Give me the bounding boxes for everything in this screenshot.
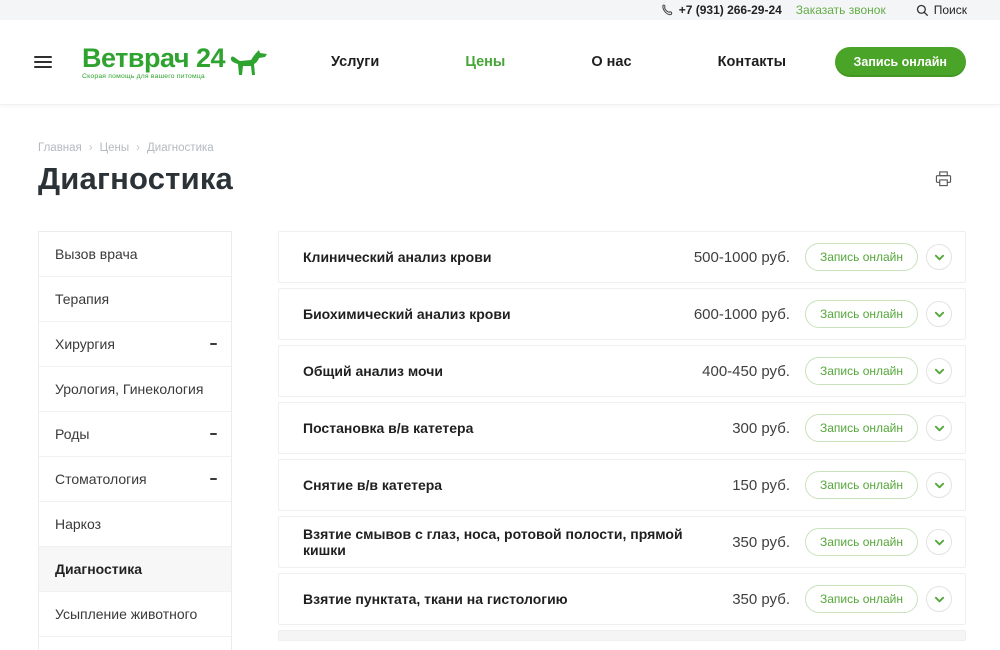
sidebar-item-kremaciya[interactable]: Кремация животного (после нашей эвтанази…: [39, 637, 231, 650]
sidebar-item-urologiya[interactable]: Урология, Гинекология: [39, 367, 231, 412]
price-row: Взятие смывов с глаз, носа, ротовой поло…: [278, 516, 966, 568]
sidebar-item-narkoz[interactable]: Наркоз: [39, 502, 231, 547]
category-sidebar: Вызов врача Терапия Хирургия Урология, Г…: [38, 231, 232, 650]
service-name: Общий анализ мочи: [303, 363, 702, 379]
expand-row-button[interactable]: [926, 472, 952, 498]
sidebar-item-diagnostika[interactable]: Диагностика: [39, 547, 231, 592]
service-name: Взятие пунктата, ткани на гистологию: [303, 591, 732, 607]
sidebar-item-label: Урология, Гинекология: [55, 380, 203, 398]
sidebar-item-label: Наркоз: [55, 515, 101, 533]
page-title: Диагностика: [38, 161, 233, 197]
breadcrumb-separator: ›: [89, 142, 93, 154]
chevron-down-icon: [934, 309, 945, 320]
sidebar-item-label: Стоматология: [55, 470, 147, 488]
expand-row-button[interactable]: [926, 358, 952, 384]
chevron-down-icon: [934, 480, 945, 491]
phone-icon: [661, 4, 673, 16]
sidebar-item-label: Терапия: [55, 290, 109, 308]
book-online-button[interactable]: Запись онлайн: [805, 243, 918, 271]
breadcrumb-separator: ›: [136, 142, 140, 154]
sidebar-item-khirurgiya[interactable]: Хирургия: [39, 322, 231, 367]
expand-row-button[interactable]: [926, 244, 952, 270]
service-name: Биохимический анализ крови: [303, 306, 694, 322]
collapse-indicator-icon: [210, 343, 217, 345]
price-row: Взятие пунктата, ткани на гистологию 350…: [278, 573, 966, 625]
dog-icon: [229, 48, 269, 80]
service-price: 400-450 руб.: [702, 363, 790, 380]
logo[interactable]: Ветврач 24 Скорая помощь для вашего пито…: [82, 44, 269, 80]
sidebar-item-vyzov-vracha[interactable]: Вызов врача: [39, 232, 231, 277]
book-online-button[interactable]: Запись онлайн: [805, 414, 918, 442]
logo-title: Ветврач 24: [82, 45, 225, 71]
sidebar-item-label: Хирургия: [55, 335, 115, 353]
breadcrumb-home[interactable]: Главная: [38, 142, 82, 154]
main-nav: Услуги Цены О нас Контакты: [331, 54, 786, 70]
expand-row-button[interactable]: [926, 586, 952, 612]
service-price: 350 руб.: [732, 534, 790, 551]
print-button[interactable]: [935, 171, 952, 187]
sidebar-item-label: Усыпление животного: [55, 605, 197, 623]
collapse-indicator-icon: [210, 433, 217, 435]
service-name: Клинический анализ крови: [303, 249, 694, 265]
chevron-down-icon: [934, 366, 945, 377]
expand-row-button[interactable]: [926, 415, 952, 441]
breadcrumb-current: Диагностика: [147, 142, 214, 154]
breadcrumb: Главная › Цены › Диагностика: [38, 142, 1000, 154]
service-price: 350 руб.: [732, 591, 790, 608]
search-icon: [916, 4, 929, 17]
book-online-button[interactable]: Запись онлайн: [805, 585, 918, 613]
collapse-indicator-icon: [210, 478, 217, 480]
book-online-header-button[interactable]: Запись онлайн: [835, 47, 966, 77]
price-row: Биохимический анализ крови 600-1000 руб.…: [278, 288, 966, 340]
service-name: Постановка в/в катетера: [303, 420, 732, 436]
price-row: Клинический анализ крови 500-1000 руб. З…: [278, 231, 966, 283]
sidebar-item-label: Роды: [55, 425, 89, 443]
nav-about[interactable]: О нас: [591, 54, 631, 70]
chevron-down-icon: [934, 423, 945, 434]
sidebar-item-usyplenie[interactable]: Усыпление животного: [39, 592, 231, 637]
sidebar-item-label: Диагностика: [55, 560, 142, 578]
service-name: Снятие в/в катетера: [303, 477, 732, 493]
phone-link[interactable]: +7 (931) 266-29-24: [661, 3, 782, 17]
site-header: Ветврач 24 Скорая помощь для вашего пито…: [0, 20, 1000, 105]
print-icon: [935, 171, 952, 187]
callback-link[interactable]: Заказать звонок: [796, 3, 886, 17]
price-list: Клинический анализ крови 500-1000 руб. З…: [278, 231, 966, 641]
chevron-down-icon: [934, 252, 945, 263]
logo-tagline: Скорая помощь для вашего питомца: [82, 73, 225, 80]
chevron-down-icon: [934, 594, 945, 605]
phone-number: +7 (931) 266-29-24: [679, 3, 782, 17]
book-online-button[interactable]: Запись онлайн: [805, 300, 918, 328]
service-price: 150 руб.: [732, 477, 790, 494]
service-price: 300 руб.: [732, 420, 790, 437]
service-name: Взятие смывов с глаз, носа, ротовой поло…: [303, 526, 732, 558]
sidebar-item-terapiya[interactable]: Терапия: [39, 277, 231, 322]
search-label: Поиск: [934, 3, 967, 17]
search-link[interactable]: Поиск: [916, 3, 967, 17]
nav-contacts[interactable]: Контакты: [718, 54, 786, 70]
top-utility-bar: +7 (931) 266-29-24 Заказать звонок Поиск: [0, 0, 1000, 20]
expand-row-button[interactable]: [926, 301, 952, 327]
menu-icon[interactable]: [34, 56, 52, 68]
nav-prices[interactable]: Цены: [465, 54, 505, 70]
service-price: 500-1000 руб.: [694, 249, 790, 266]
sidebar-item-rody[interactable]: Роды: [39, 412, 231, 457]
sidebar-item-label: Вызов врача: [55, 245, 138, 263]
breadcrumb-prices[interactable]: Цены: [100, 142, 130, 154]
book-online-button[interactable]: Запись онлайн: [805, 528, 918, 556]
price-row: Снятие в/в катетера 150 руб. Запись онла…: [278, 459, 966, 511]
book-online-button[interactable]: Запись онлайн: [805, 471, 918, 499]
expand-row-button[interactable]: [926, 529, 952, 555]
nav-services[interactable]: Услуги: [331, 54, 379, 70]
price-row-partial: [278, 630, 966, 641]
price-row: Общий анализ мочи 400-450 руб. Запись он…: [278, 345, 966, 397]
chevron-down-icon: [934, 537, 945, 548]
service-price: 600-1000 руб.: [694, 306, 790, 323]
sidebar-item-stomatologiya[interactable]: Стоматология: [39, 457, 231, 502]
book-online-button[interactable]: Запись онлайн: [805, 357, 918, 385]
price-row: Постановка в/в катетера 300 руб. Запись …: [278, 402, 966, 454]
